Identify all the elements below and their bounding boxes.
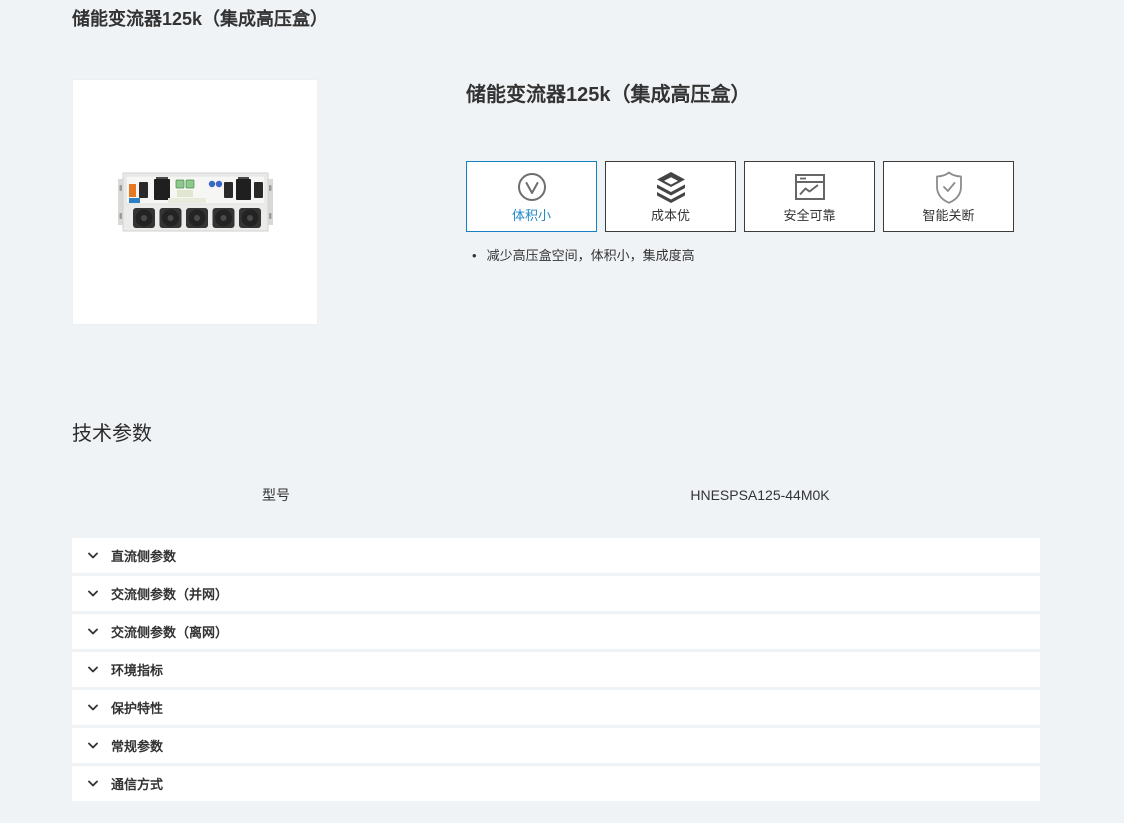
spec-group-row-ac-offgrid[interactable]: 交流侧参数（离网）: [72, 614, 1040, 649]
product-image-box: [72, 79, 318, 325]
volume-circle-v-icon: [516, 170, 548, 204]
model-header-row: 型号 HNESPSA125-44M0K: [72, 485, 1040, 505]
product-title: 储能变流器125k（集成高压盒）: [466, 82, 1014, 108]
spec-group-row-ac-grid[interactable]: 交流侧参数（并网）: [72, 576, 1040, 611]
layers-icon: [654, 170, 688, 204]
product-detail-page: 储能变流器125k（集成高压盒）: [0, 0, 1124, 801]
feature-tile-cost[interactable]: 成本优: [605, 161, 736, 232]
feature-tile-safety[interactable]: 安全可靠: [744, 161, 875, 232]
spec-group-label: 通信方式: [111, 774, 163, 793]
chevron-down-icon: [88, 666, 98, 673]
product-image: [118, 171, 273, 233]
spec-group-row-general[interactable]: 常规参数: [72, 728, 1040, 763]
feature-tiles: 体积小 成本优: [466, 161, 1014, 232]
spec-group-label: 保护特性: [111, 698, 163, 717]
model-label: 型号: [72, 485, 480, 505]
monitor-chart-icon: [793, 170, 827, 204]
spec-group-label: 常规参数: [111, 736, 163, 755]
shield-check-icon: [934, 170, 964, 204]
product-highlight: • 减少高压盒空间，体积小，集成度高: [466, 247, 1014, 264]
feature-tile-volume[interactable]: 体积小: [466, 161, 597, 232]
spec-group-row-protection[interactable]: 保护特性: [72, 690, 1040, 725]
product-overview-section: 储能变流器125k（集成高压盒） 体积小: [72, 79, 1124, 325]
feature-tile-label: 成本优: [651, 208, 690, 223]
spec-group-label: 环境指标: [111, 660, 163, 679]
spec-group-row-communication[interactable]: 通信方式: [72, 766, 1040, 801]
page-title: 储能变流器125k（集成高压盒）: [72, 6, 1124, 32]
chevron-down-icon: [88, 552, 98, 559]
spec-group-row-environment[interactable]: 环境指标: [72, 652, 1040, 687]
spec-group-row-dc[interactable]: 直流侧参数: [72, 538, 1040, 573]
feature-tile-label: 智能关断: [922, 208, 974, 223]
chevron-down-icon: [88, 704, 98, 711]
feature-tile-label: 安全可靠: [783, 208, 835, 223]
product-info-column: 储能变流器125k（集成高压盒） 体积小: [466, 79, 1014, 325]
chevron-down-icon: [88, 628, 98, 635]
chevron-down-icon: [88, 590, 98, 597]
spec-group-label: 直流侧参数: [111, 546, 176, 565]
bullet-icon: •: [472, 247, 477, 264]
spec-group-label: 交流侧参数（并网）: [111, 584, 228, 603]
feature-tile-shutdown[interactable]: 智能关断: [883, 161, 1014, 232]
spec-groups-accordion: 直流侧参数 交流侧参数（并网） 交流侧参数（离网） 环境指标 保护特性: [72, 538, 1040, 801]
chevron-down-icon: [88, 780, 98, 787]
tech-specs-title: 技术参数: [72, 420, 1124, 448]
chevron-down-icon: [88, 742, 98, 749]
spec-group-label: 交流侧参数（离网）: [111, 622, 228, 641]
product-highlight-text: 减少高压盒空间，体积小，集成度高: [487, 247, 695, 264]
model-value: HNESPSA125-44M0K: [480, 485, 1040, 505]
feature-tile-label: 体积小: [512, 208, 551, 223]
